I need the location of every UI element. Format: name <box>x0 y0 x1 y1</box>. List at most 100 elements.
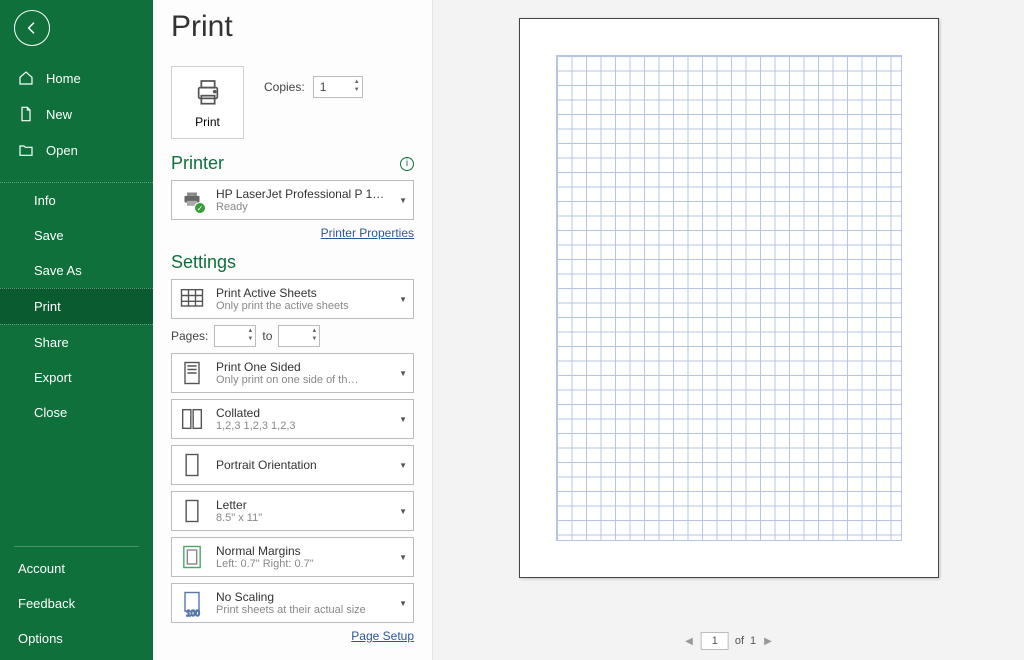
back-button[interactable] <box>14 10 50 46</box>
printer-heading: Printer <box>171 153 224 174</box>
sides-title: Print One Sided <box>216 360 389 374</box>
chevron-down-icon: ▼ <box>399 415 407 424</box>
orientation-title: Portrait Orientation <box>216 458 389 472</box>
paper-size-icon <box>178 497 206 525</box>
print-area-select[interactable]: Print Active Sheets Only print the activ… <box>171 279 414 319</box>
printer-select[interactable]: ✓ HP LaserJet Professional P 1… Ready ▼ <box>171 180 414 220</box>
nav-top-group: Home New Open <box>0 60 153 168</box>
collate-icon <box>178 405 206 433</box>
nav-info[interactable]: Info <box>0 183 153 218</box>
new-icon <box>18 106 34 122</box>
chevron-down-icon: ▼ <box>399 369 407 378</box>
current-page-input[interactable]: 1 <box>701 632 729 650</box>
preview-page <box>519 18 939 578</box>
printer-icon <box>192 77 224 109</box>
paper-select[interactable]: Letter 8.5" x 11" ▼ <box>171 491 414 531</box>
backstage-sidebar: Home New Open Info Save Save As Print Sh… <box>0 0 153 660</box>
nav-label: Save <box>34 228 64 243</box>
scaling-sub: Print sheets at their actual size <box>216 604 389 616</box>
sides-sub: Only print on one side of th… <box>216 374 389 386</box>
nav-account[interactable]: Account <box>0 551 153 586</box>
nav-feedback[interactable]: Feedback <box>0 586 153 621</box>
nav-save-as[interactable]: Save As <box>0 253 153 288</box>
nav-new[interactable]: New <box>0 96 153 132</box>
stepper-arrows-icon[interactable]: ▲▼ <box>247 327 253 343</box>
print-button-label: Print <box>195 115 220 129</box>
scaling-icon: 100 <box>178 589 206 617</box>
pages-from-input[interactable]: ▲▼ <box>214 325 256 347</box>
nav-close[interactable]: Close <box>0 395 153 430</box>
total-pages: 1 <box>750 635 756 647</box>
nav-label: Share <box>34 335 69 350</box>
copies-input[interactable]: 1 ▲▼ <box>313 76 363 98</box>
nav-open[interactable]: Open <box>0 132 153 168</box>
chevron-down-icon: ▼ <box>399 295 407 304</box>
chevron-down-icon: ▼ <box>399 599 407 608</box>
copies-label: Copies: <box>264 80 305 94</box>
printer-device-icon: ✓ <box>178 186 206 214</box>
preview-page-nav: ◀ 1 of 1 ▶ <box>683 632 774 650</box>
stepper-arrows-icon[interactable]: ▲▼ <box>311 327 317 343</box>
nav-save[interactable]: Save <box>0 218 153 253</box>
print-area-title: Print Active Sheets <box>216 286 389 300</box>
nav-label: Info <box>34 193 56 208</box>
next-page-button[interactable]: ▶ <box>762 634 774 649</box>
nav-options[interactable]: Options <box>0 621 153 656</box>
chevron-down-icon: ▼ <box>399 461 407 470</box>
home-icon <box>18 70 34 86</box>
nav-label: Print <box>34 299 61 314</box>
nav-bottom-group: Account Feedback Options <box>0 536 153 656</box>
scaling-title: No Scaling <box>216 590 389 604</box>
main-area: Print Print Copies: 1 ▲▼ Printer i ✓ <box>153 0 1024 660</box>
print-preview-pane: ◀ 1 of 1 ▶ <box>433 0 1024 660</box>
nav-label: Open <box>46 143 78 158</box>
print-area-sub: Only print the active sheets <box>216 300 389 312</box>
pages-to-input[interactable]: ▲▼ <box>278 325 320 347</box>
pages-label: Pages: <box>171 329 208 343</box>
nav-mid-group: Info Save Save As Print Share Export Clo… <box>0 182 153 430</box>
nav-label: Home <box>46 71 81 86</box>
prev-page-button[interactable]: ◀ <box>683 634 695 649</box>
of-label: of <box>735 635 744 647</box>
margins-sub: Left: 0.7" Right: 0.7" <box>216 558 389 570</box>
stepper-arrows-icon[interactable]: ▲▼ <box>354 78 360 94</box>
collate-select[interactable]: Collated 1,2,3 1,2,3 1,2,3 ▼ <box>171 399 414 439</box>
margins-select[interactable]: Normal Margins Left: 0.7" Right: 0.7" ▼ <box>171 537 414 577</box>
nav-label: Export <box>34 370 72 385</box>
printer-status: Ready <box>216 201 389 213</box>
chevron-down-icon: ▼ <box>399 196 407 205</box>
chevron-down-icon: ▼ <box>399 553 407 562</box>
open-icon <box>18 142 34 158</box>
copies-value: 1 <box>320 80 327 94</box>
nav-label: New <box>46 107 72 122</box>
nav-label: Close <box>34 405 67 420</box>
page-setup-link[interactable]: Page Setup <box>351 629 414 643</box>
settings-heading: Settings <box>171 252 236 273</box>
printer-properties-link[interactable]: Printer Properties <box>321 226 414 240</box>
back-arrow-icon <box>24 20 40 36</box>
nav-label: Options <box>18 631 63 646</box>
scaling-select[interactable]: 100 No Scaling Print sheets at their act… <box>171 583 414 623</box>
ready-check-icon: ✓ <box>194 202 206 214</box>
sides-select[interactable]: Print One Sided Only print on one side o… <box>171 353 414 393</box>
orientation-select[interactable]: Portrait Orientation ▼ <box>171 445 414 485</box>
nav-divider <box>14 546 139 547</box>
pages-to-label: to <box>262 329 272 343</box>
collate-sub: 1,2,3 1,2,3 1,2,3 <box>216 420 389 432</box>
margins-icon <box>178 543 206 571</box>
nav-export[interactable]: Export <box>0 360 153 395</box>
paper-sub: 8.5" x 11" <box>216 512 389 524</box>
collate-title: Collated <box>216 406 389 420</box>
page-one-sided-icon <box>178 359 206 387</box>
printer-name: HP LaserJet Professional P 1… <box>216 187 389 201</box>
info-icon[interactable]: i <box>400 157 414 171</box>
nav-label: Feedback <box>18 596 75 611</box>
nav-share[interactable]: Share <box>0 324 153 360</box>
chevron-down-icon: ▼ <box>399 507 407 516</box>
portrait-icon <box>178 451 206 479</box>
nav-print[interactable]: Print <box>0 288 153 324</box>
nav-home[interactable]: Home <box>0 60 153 96</box>
svg-text:100: 100 <box>186 609 200 617</box>
print-button[interactable]: Print <box>171 66 244 139</box>
sheets-icon <box>178 285 206 313</box>
